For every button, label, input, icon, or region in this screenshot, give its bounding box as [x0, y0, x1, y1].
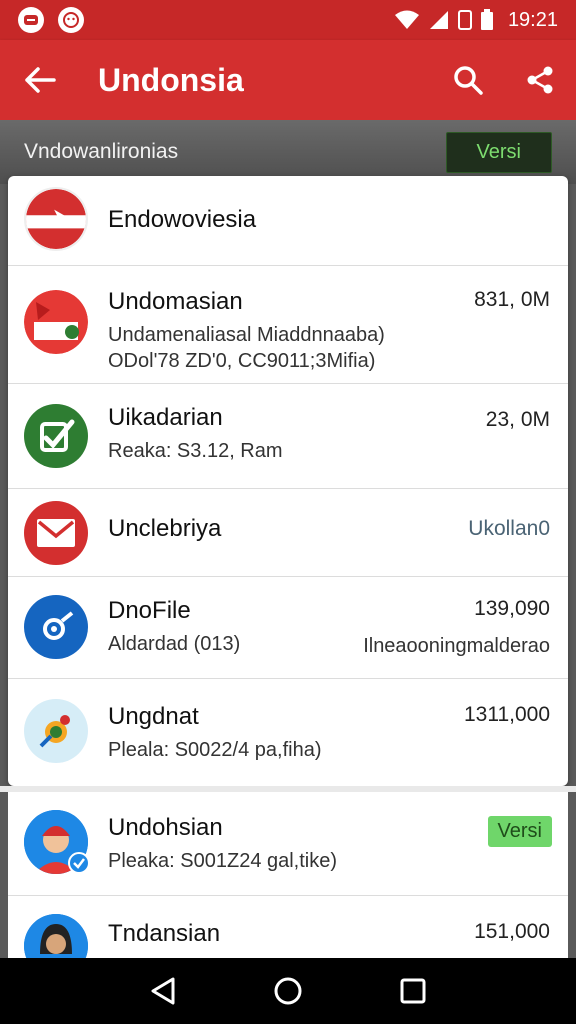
- app-bar: Undonsia: [0, 40, 576, 120]
- list-item[interactable]: Tndansian 151,000: [8, 896, 568, 962]
- sim-icon: [457, 10, 472, 30]
- dnofile-app-icon: [24, 595, 88, 659]
- section-title: Vndowanlironias: [24, 140, 179, 163]
- versi-badge[interactable]: Versi: [487, 816, 552, 847]
- back-button[interactable]: [0, 40, 80, 120]
- section-header: Vndowanlironias Versi: [0, 120, 576, 184]
- share-button[interactable]: [504, 40, 576, 120]
- notification-icon: [18, 7, 44, 33]
- status-bar: 19:21: [0, 0, 576, 40]
- indonesia-flag-icon: [24, 290, 88, 354]
- item-size: 831, 0M: [474, 288, 550, 311]
- ungdnat-app-icon: [24, 699, 88, 763]
- list-item[interactable]: Undohsian Pleaka: S001Z24 gal,tike) Vers…: [8, 792, 568, 896]
- list-item[interactable]: Unclebriya Ukollan0: [8, 489, 568, 577]
- arrow-back-icon: [25, 67, 56, 93]
- item-size: 151,000: [474, 920, 550, 943]
- list-item[interactable]: Undomasian Undamenaliasal Miaddnnaaba) O…: [8, 266, 568, 384]
- user-list-card: Undohsian Pleaka: S001Z24 gal,tike) Vers…: [8, 792, 568, 962]
- item-name: Tndansian: [108, 920, 221, 947]
- wifi-icon: [394, 10, 419, 29]
- item-detail: Pleaka: S001Z24 gal,tike): [108, 850, 338, 872]
- app-list-card: Endowoviesia Undomasian Undamenaliasal M…: [8, 176, 568, 786]
- list-item[interactable]: Uikadarian Reaka: S3.12, Ram 23, 0M: [8, 384, 568, 489]
- triangle-back-icon: [151, 977, 175, 1005]
- nav-home-button[interactable]: [258, 961, 318, 1021]
- item-detail: Aldardad (013): [108, 633, 241, 655]
- item-name: Undohsian: [108, 814, 223, 841]
- check-app-icon: [24, 404, 88, 468]
- signal-icon: [429, 11, 448, 29]
- page-title: Undonsia: [98, 61, 244, 98]
- mail-icon: [24, 501, 88, 565]
- share-icon: [527, 66, 553, 94]
- battery-icon: [480, 9, 493, 30]
- item-detail: ODol'78 ZD'0, CC9011;3Mifia): [108, 350, 376, 372]
- item-size: 23, 0M: [485, 408, 550, 431]
- flag-icon: [24, 187, 88, 251]
- versi-button[interactable]: Versi: [445, 131, 552, 173]
- list-item[interactable]: Endowoviesia: [8, 176, 568, 266]
- item-name: Unclebriya: [108, 515, 222, 542]
- item-detail: Undamenaliasal Miaddnnaaba): [108, 324, 385, 346]
- square-recents-icon: [400, 978, 426, 1004]
- item-detail: Pleala: S0022/4 pa,fiha): [108, 739, 322, 761]
- item-size: 1311,000: [463, 703, 550, 726]
- item-status: Ilneaooningmalderao: [363, 635, 550, 657]
- item-name: Endowoviesia: [108, 206, 257, 233]
- nav-recents-button[interactable]: [383, 961, 443, 1021]
- item-name: Ungdnat: [108, 703, 199, 730]
- item-size: 139,090: [474, 597, 550, 620]
- search-button[interactable]: [432, 40, 504, 120]
- item-name: DnoFile: [108, 597, 191, 624]
- item-name: Uikadarian: [108, 404, 223, 431]
- item-status: Ukollan0: [468, 517, 550, 540]
- navigation-bar: [0, 958, 576, 1024]
- search-icon: [454, 66, 483, 95]
- face-notification-icon: [58, 7, 84, 33]
- item-detail: Reaka: S3.12, Ram: [108, 440, 283, 462]
- clock: 19:21: [507, 8, 558, 31]
- list-item[interactable]: DnoFile Aldardad (013) 139,090 Ilneaooni…: [8, 577, 568, 679]
- item-name: Undomasian: [108, 288, 243, 315]
- list-item[interactable]: Ungdnat Pleala: S0022/4 pa,fiha) 1311,00…: [8, 679, 568, 786]
- avatar: [24, 914, 88, 962]
- home-circle-icon: [274, 977, 302, 1005]
- nav-back-button[interactable]: [133, 961, 193, 1021]
- verified-icon: [68, 852, 90, 874]
